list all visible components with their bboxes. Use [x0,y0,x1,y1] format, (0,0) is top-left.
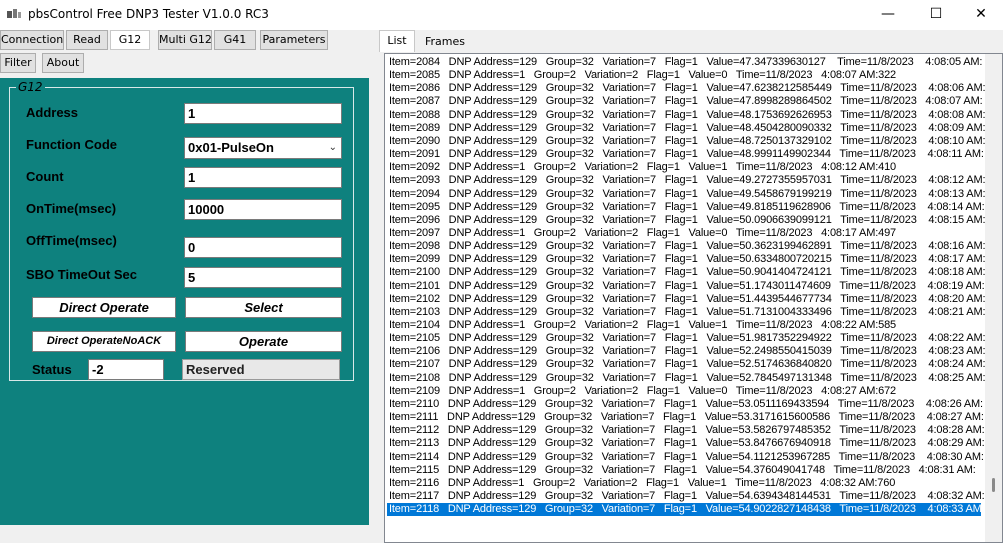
filter-button[interactable]: Filter [0,53,36,73]
list-item[interactable]: Item=2086 DNP Address=129 Group=32 Varia… [389,82,986,95]
item-listbox[interactable]: Item=2084 DNP Address=129 Group=32 Varia… [384,53,1003,543]
list-item[interactable]: Item=2118 DNP Address=129 Group=32 Varia… [387,503,985,517]
maximize-button[interactable]: ☐ [913,0,959,30]
parameters-button[interactable]: Parameters [260,30,328,50]
list-item[interactable]: Item=2105 DNP Address=129 Group=32 Varia… [389,332,986,345]
list-item[interactable]: Item=2110 DNP Address=129 Group=32 Varia… [389,398,983,411]
offtime-input[interactable]: 0 [184,237,342,258]
list-item[interactable]: Item=2098 DNP Address=129 Group=32 Varia… [389,240,986,253]
scrollbar[interactable] [985,54,1002,542]
left-pane: Connection Read G12 Multi G12 G41 Parame… [0,30,378,525]
list-item[interactable]: Item=2108 DNP Address=129 Group=32 Varia… [389,372,986,385]
list-item[interactable]: Item=2111 DNP Address=129 Group=32 Varia… [389,411,984,424]
list-item[interactable]: Item=2088 DNP Address=129 Group=32 Varia… [389,109,986,122]
offtime-label: OffTime(msec) [26,233,117,248]
list-item[interactable]: Item=2103 DNP Address=129 Group=32 Varia… [389,306,986,319]
address-input[interactable]: 1 [184,103,342,124]
groupbox-title: G12 [16,80,45,94]
right-pane: List Frames Item=2084 DNP Address=129 Gr… [379,30,1003,543]
select-button[interactable]: Select [185,297,342,318]
list-item[interactable]: Item=2100 DNP Address=129 Group=32 Varia… [389,266,986,279]
list-item[interactable]: Item=2109 DNP Address=1 Group=2 Variatio… [389,385,896,398]
g12-button[interactable]: G12 [110,30,150,50]
title-bar: pbsControl Free DNP3 Tester V1.0.0 RC3 —… [0,0,1003,30]
list-item[interactable]: Item=2093 DNP Address=129 Group=32 Varia… [389,174,986,187]
list-item[interactable]: Item=2092 DNP Address=1 Group=2 Variatio… [389,161,896,174]
app-logo-icon [7,9,21,18]
ontime-label: OnTime(msec) [26,201,117,216]
list-item[interactable]: Item=2116 DNP Address=1 Group=2 Variatio… [389,477,895,490]
ontime-input[interactable]: 10000 [184,199,342,220]
function-code-select[interactable]: 0x01-PulseOn ⌄ [184,137,342,159]
tab-frames[interactable]: Frames [423,32,467,54]
list-item[interactable]: Item=2091 DNP Address=129 Group=32 Varia… [389,148,984,161]
window-title: pbsControl Free DNP3 Tester V1.0.0 RC3 [28,7,269,21]
address-label: Address [26,105,79,120]
list-item[interactable]: Item=2102 DNP Address=129 Group=32 Varia… [389,293,986,306]
list-item[interactable]: Item=2115 DNP Address=129 Group=32 Varia… [389,464,976,477]
operate-button[interactable]: Operate [185,331,342,352]
list-item[interactable]: Item=2087 DNP Address=129 Group=32 Varia… [389,95,983,108]
list-item[interactable]: Item=2094 DNP Address=129 Group=32 Varia… [389,188,986,201]
direct-operate-button[interactable]: Direct Operate [32,297,176,318]
list-item[interactable]: Item=2104 DNP Address=1 Group=2 Variatio… [389,319,896,332]
list-item[interactable]: Item=2090 DNP Address=129 Group=32 Varia… [389,135,986,148]
read-button[interactable]: Read [66,30,108,50]
status-code-field: -2 [88,359,164,380]
about-button[interactable]: About [42,53,84,73]
connection-button[interactable]: Connection [0,30,64,50]
g41-button[interactable]: G41 [214,30,256,50]
minimize-button[interactable]: — [865,0,911,30]
function-code-value: 0x01-PulseOn [188,140,274,155]
list-item[interactable]: Item=2107 DNP Address=129 Group=32 Varia… [389,358,986,371]
status-label: Status [32,362,72,377]
list-item[interactable]: Item=2089 DNP Address=129 Group=32 Varia… [389,122,986,135]
function-code-label: Function Code [26,137,117,152]
list-item[interactable]: Item=2095 DNP Address=129 Group=32 Varia… [389,201,985,214]
list-item[interactable]: Item=2084 DNP Address=129 Group=32 Varia… [389,56,982,69]
list-item[interactable]: Item=2097 DNP Address=1 Group=2 Variatio… [389,227,896,240]
g12-panel: G12 Address 1 Function Code 0x01-PulseOn… [0,78,369,525]
multi-g12-button[interactable]: Multi G12 [158,30,212,50]
list-item[interactable]: Item=2106 DNP Address=129 Group=32 Varia… [389,345,986,358]
chevron-down-icon[interactable]: ⌄ [329,138,337,158]
direct-operate-noack-button[interactable]: Direct OperateNoACK [32,331,176,352]
list-item[interactable]: Item=2085 DNP Address=1 Group=2 Variatio… [389,69,896,82]
count-input[interactable]: 1 [184,167,342,188]
list-item[interactable]: Item=2113 DNP Address=129 Group=32 Varia… [389,437,985,450]
status-text-field: Reserved [182,359,340,380]
list-item[interactable]: Item=2099 DNP Address=129 Group=32 Varia… [389,253,986,266]
count-label: Count [26,169,64,184]
sbo-timeout-label: SBO TimeOut Sec [26,267,138,282]
close-button[interactable]: ✕ [958,0,1003,30]
list-item[interactable]: Item=2096 DNP Address=129 Group=32 Varia… [389,214,986,227]
tab-list[interactable]: List [379,30,415,52]
list-item[interactable]: Item=2114 DNP Address=129 Group=32 Varia… [389,451,984,464]
list-item[interactable]: Item=2101 DNP Address=129 Group=32 Varia… [389,280,985,293]
list-item[interactable]: Item=2112 DNP Address=129 Group=32 Varia… [389,424,985,437]
g12-groupbox: G12 Address 1 Function Code 0x01-PulseOn… [9,80,354,381]
sbo-timeout-input[interactable]: 5 [184,267,342,288]
scrollbar-thumb[interactable] [992,478,995,492]
list-item[interactable]: Item=2117 DNP Address=129 Group=32 Varia… [389,490,985,503]
